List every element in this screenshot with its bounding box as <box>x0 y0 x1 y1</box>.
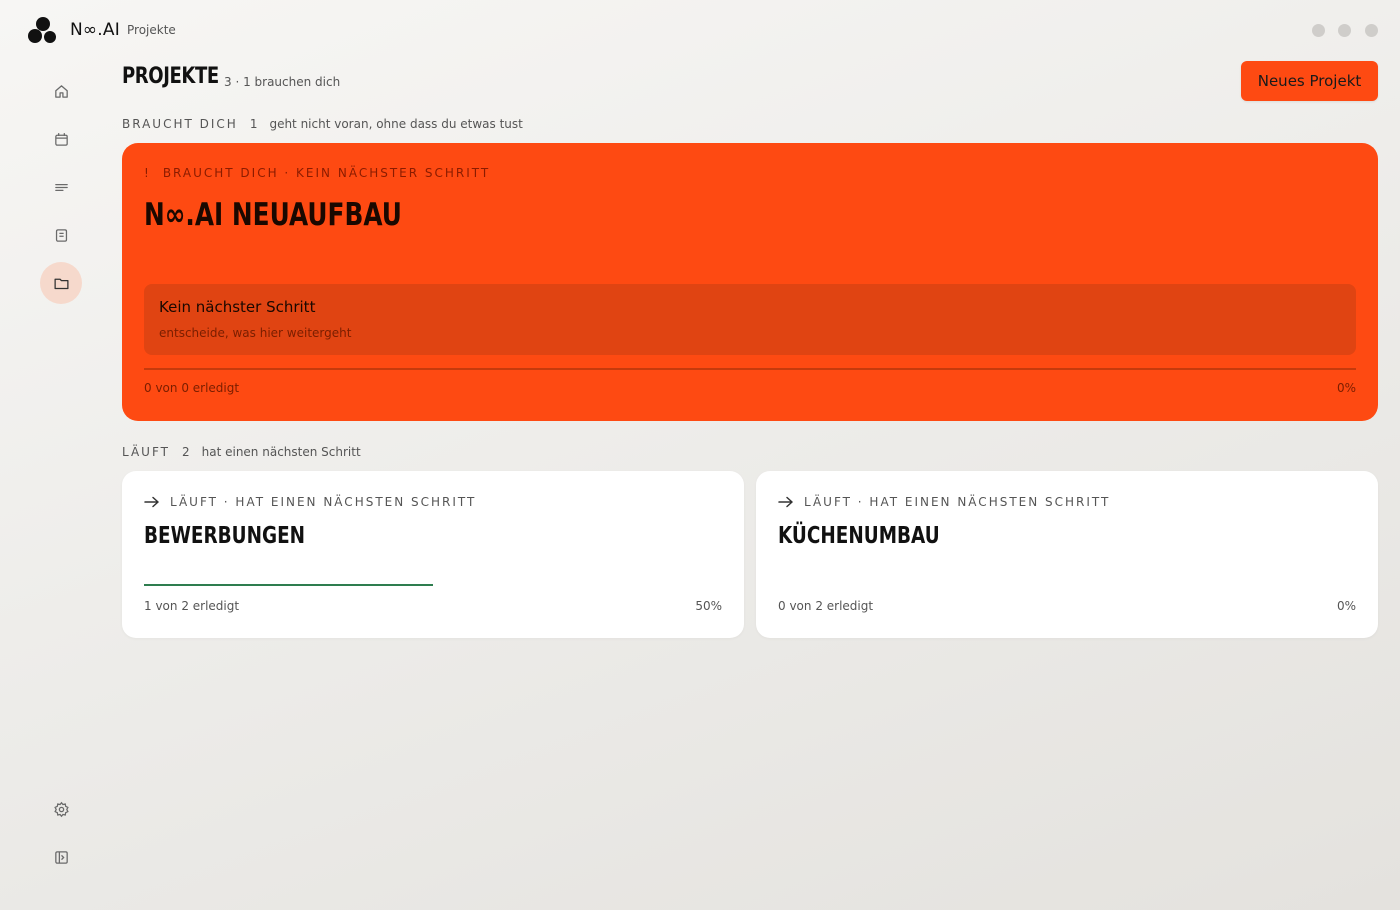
project-title: N∞.AI NEUAUFBAU <box>144 197 402 233</box>
sidebar-item-notes[interactable] <box>40 214 82 256</box>
window-minimize-button[interactable] <box>1312 24 1325 37</box>
page-subtitle: 3 · 1 brauchen dich <box>224 75 341 89</box>
project-title: KÜCHENUMBAU <box>778 523 940 549</box>
arrow-right-icon <box>778 496 793 508</box>
section-description: hat einen nächsten Schritt <box>201 445 361 459</box>
window-close-button[interactable] <box>1365 24 1378 37</box>
notes-icon <box>55 228 67 242</box>
next-step-title: Kein nächster Schritt <box>159 298 316 316</box>
section-count: 2 <box>181 445 190 459</box>
alert-icon: ! <box>144 166 151 180</box>
section-label: LÄUFT <box>122 445 170 459</box>
progress-percent: 0% <box>1336 381 1356 395</box>
breadcrumb[interactable]: Projekte <box>127 23 176 37</box>
progress-bar <box>144 368 1356 370</box>
sidebar-item-settings[interactable] <box>40 788 82 830</box>
list-icon <box>54 183 68 191</box>
gear-icon <box>53 801 69 817</box>
sidebar-item-calendar[interactable] <box>40 118 82 160</box>
project-status-label: LÄUFT · HAT EINEN NÄCHSTEN SCHRITT <box>170 495 477 509</box>
home-icon <box>54 84 68 98</box>
project-status: LÄUFT · HAT EINEN NÄCHSTEN SCHRITT <box>778 495 1110 509</box>
sidebar-item-collapse[interactable] <box>40 836 82 878</box>
project-card[interactable]: LÄUFT · HAT EINEN NÄCHSTEN SCHRITT KÜCHE… <box>756 471 1378 638</box>
new-project-button[interactable]: Neues Projekt <box>1241 61 1378 101</box>
folder-icon <box>53 278 69 289</box>
section-count: 1 <box>249 117 258 131</box>
page-title: Projekte <box>122 64 219 89</box>
sidebar-item-home[interactable] <box>40 70 82 112</box>
next-step-subtitle: entscheide, was hier weitergeht <box>159 326 352 340</box>
project-status: LÄUFT · HAT EINEN NÄCHSTEN SCHRITT <box>144 495 476 509</box>
progress-fill <box>144 584 433 586</box>
section-header-running: LÄUFT 2 hat einen nächsten Schritt <box>122 445 361 459</box>
progress-text: 1 von 2 erledigt <box>144 599 240 613</box>
arrow-right-icon <box>144 496 159 508</box>
project-title: BEWERBUNGEN <box>144 523 306 549</box>
project-card-urgent[interactable]: ! BRAUCHT DICH · KEIN NÄCHSTER SCHRITT N∞… <box>122 143 1378 421</box>
section-description: geht nicht voran, ohne dass du etwas tus… <box>269 117 523 131</box>
section-label: BRAUCHT DICH <box>122 117 238 131</box>
progress-bar <box>144 584 722 586</box>
project-card[interactable]: LÄUFT · HAT EINEN NÄCHSTEN SCHRITT BEWER… <box>122 471 744 638</box>
progress-text: 0 von 0 erledigt <box>144 381 240 395</box>
top-bar: N∞.AI Projekte <box>0 0 1400 60</box>
progress-text: 0 von 2 erledigt <box>778 599 874 613</box>
progress-percent: 50% <box>695 599 722 613</box>
section-header-needs-you: BRAUCHT DICH 1 geht nicht voran, ohne da… <box>122 117 523 131</box>
sidebar-item-projects[interactable] <box>40 262 82 304</box>
project-status-label: BRAUCHT DICH · KEIN NÄCHSTER SCHRITT <box>162 166 491 180</box>
calendar-icon <box>54 132 68 146</box>
project-status: ! BRAUCHT DICH · KEIN NÄCHSTER SCHRITT <box>144 166 490 180</box>
next-step-box[interactable]: Kein nächster Schritt entscheide, was hi… <box>144 284 1356 355</box>
project-status-label: LÄUFT · HAT EINEN NÄCHSTEN SCHRITT <box>804 495 1111 509</box>
app-brand: N∞.AI <box>70 20 120 40</box>
sidebar-item-list[interactable] <box>40 166 82 208</box>
window-maximize-button[interactable] <box>1338 24 1351 37</box>
logo-icon <box>28 17 56 43</box>
sidebar-toggle-icon <box>54 850 68 864</box>
progress-bar <box>778 584 1356 586</box>
progress-percent: 0% <box>1336 599 1356 613</box>
